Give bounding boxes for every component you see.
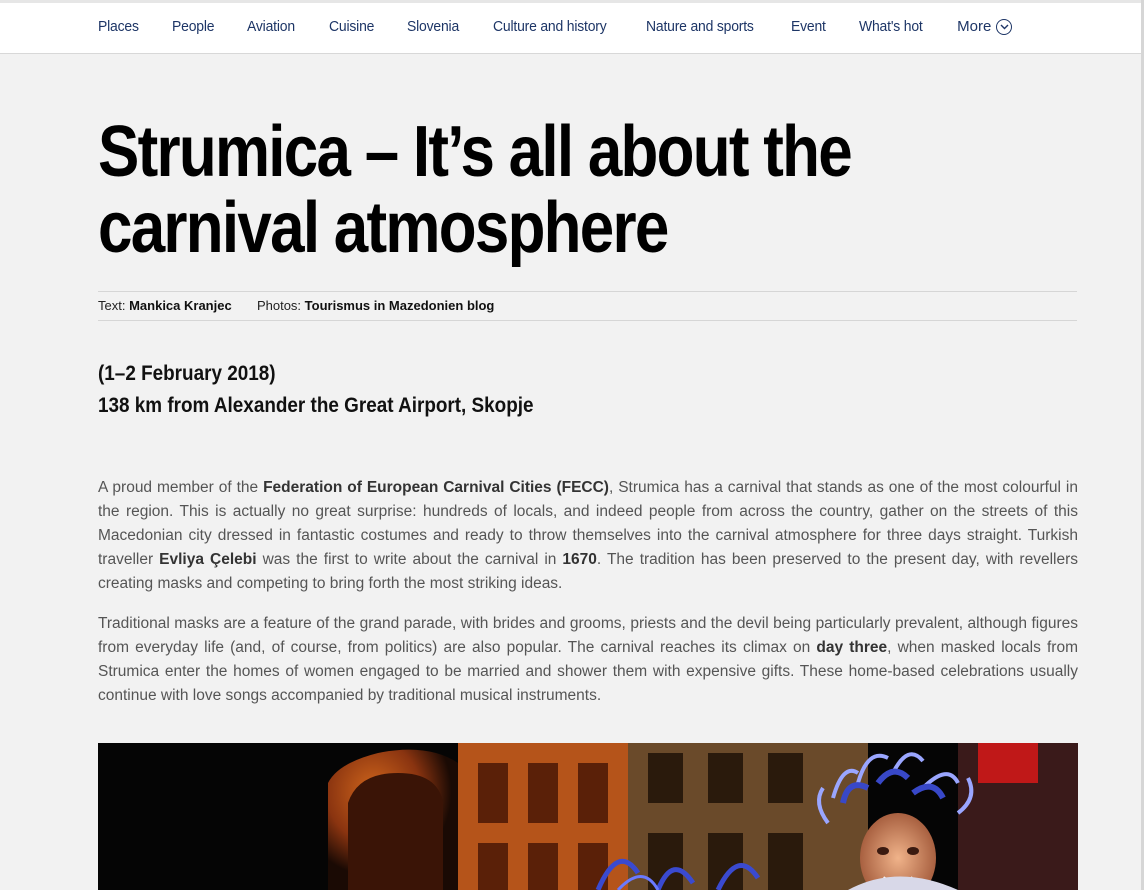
photos-credit-label: Photos:	[256, 298, 302, 313]
article-credits: Text: Mankica Kranjec Photos: Tourismus …	[98, 291, 1077, 321]
article-title: Strumica – It’s all about the carnival a…	[98, 112, 853, 268]
top-navigation-bar: Places People Aviation Cuisine Slovenia …	[0, 0, 1144, 54]
article-photo	[98, 743, 1078, 890]
photographer-name: Tourismus in Mazedonien blog	[304, 298, 495, 313]
nav-item-people[interactable]: People	[172, 18, 215, 35]
article-paragraph-2: Traditional masks are a feature of the g…	[98, 615, 1078, 704]
article-paragraph-1: A proud member of the Federation of Euro…	[98, 479, 1079, 592]
nav-item-whats-hot[interactable]: What's hot	[859, 18, 923, 35]
nav-item-cuisine[interactable]: Cuisine	[329, 18, 374, 35]
event-distance: 138 km from Alexander the Great Airport,…	[98, 394, 534, 417]
nav-item-nature-and-sports[interactable]: Nature and sports	[646, 18, 754, 35]
author-name: Mankica Kranjec	[129, 298, 232, 313]
nav-item-places[interactable]: Places	[98, 18, 139, 35]
nav-item-aviation[interactable]: Aviation	[247, 18, 295, 35]
text-credit-label: Text:	[98, 298, 126, 313]
chevron-down-circle-icon	[996, 18, 1013, 35]
event-date: (1–2 February 2018)	[98, 362, 276, 385]
carnival-photo-illustration	[98, 743, 1078, 890]
nav-item-slovenia[interactable]: Slovenia	[407, 18, 459, 35]
more-label: More	[957, 18, 992, 35]
nav-item-event[interactable]: Event	[791, 18, 826, 35]
more-menu-button[interactable]: More	[957, 18, 1013, 35]
main-nav: Places People Aviation Cuisine Slovenia …	[98, 18, 1013, 35]
nav-item-culture-and-history[interactable]: Culture and history	[493, 18, 607, 35]
